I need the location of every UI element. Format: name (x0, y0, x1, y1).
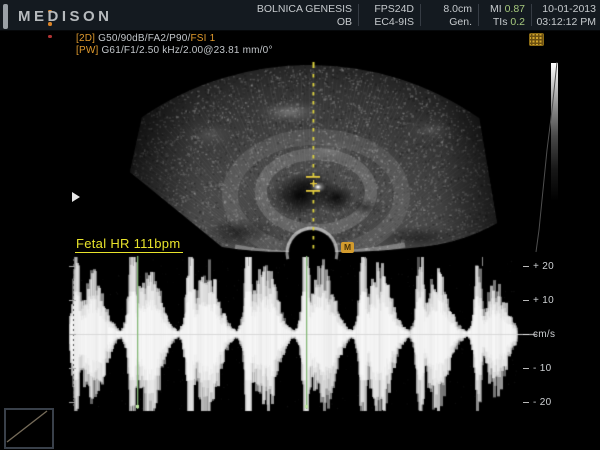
scale-tick (523, 300, 529, 301)
scale-row: - 10 (523, 362, 551, 374)
param-pw-values: G61/F1/2.50 kHz/2.00@23.81 mm/0° (101, 45, 272, 56)
scale-label: - 10 (533, 363, 551, 374)
depth-value: 8.0cm (443, 3, 472, 16)
header-bar: MEDISON BOLNICA GENESIS OB FPS24D EC4-9I… (0, 0, 600, 31)
date-label: 10-01-2013 (536, 3, 596, 16)
scale-label: cm/s (533, 329, 555, 340)
ultrasound-screen: MEDISON BOLNICA GENESIS OB FPS24D EC4-9I… (0, 0, 600, 450)
scale-row: cm/s (523, 328, 555, 340)
safety-indices-block: MI 0.87 TIs 0.2 (490, 3, 525, 28)
gamma-curve-box (4, 408, 54, 449)
hospital-name: BOLNICA GENESIS (257, 3, 352, 16)
datetime-block: 10-01-2013 03:12:12 PM (536, 3, 596, 28)
header-divider (478, 4, 479, 26)
scale-label: - 20 (533, 397, 551, 408)
mi-value: 0.87 (505, 3, 525, 15)
cine-thumbnail-icon[interactable] (529, 33, 544, 46)
param-2d-fsi: FSI 1 (190, 33, 215, 44)
param-2d-line: [2D] G50/90dB/FA2/P90/FSI 1 (76, 33, 273, 45)
scale-tick (523, 402, 529, 403)
scale-label: + 20 (533, 261, 554, 272)
header-divider (358, 4, 359, 26)
mi-label: MI (490, 3, 502, 15)
hospital-block: BOLNICA GENESIS OB (257, 3, 352, 28)
brand-bar-icon (3, 4, 8, 29)
application-label: OB (257, 16, 352, 29)
preset-value: Gen. (443, 16, 472, 29)
scale-tick (523, 368, 529, 369)
param-pw-line: [PW] G61/F1/2.50 kHz/2.00@23.81 mm/0° (76, 45, 273, 57)
orientation-marker: M (341, 242, 354, 253)
pointer-arrow-icon (72, 192, 80, 202)
mode-2d-tag: [2D] (76, 33, 95, 44)
transducer-label: EC4-9IS (374, 16, 414, 29)
scale-tick (523, 334, 529, 335)
depth-block: 8.0cm Gen. (443, 3, 472, 28)
scale-label: + 10 (533, 295, 554, 306)
mode-pw-tag: [PW] (76, 45, 98, 56)
header-divider (531, 4, 532, 26)
acquisition-block: FPS24D EC4-9IS (374, 3, 414, 28)
imaging-params: [2D] G50/90dB/FA2/P90/FSI 1 [PW] G61/F1/… (76, 33, 273, 56)
brand-name: MEDISON (18, 11, 113, 24)
tis-label: TIs (493, 16, 508, 28)
time-label: 03:12:12 PM (536, 16, 596, 29)
ultrasound-display-canvas (0, 0, 600, 450)
scale-row: - 20 (523, 396, 551, 408)
scale-tick (523, 266, 529, 267)
scale-row: + 10 (523, 294, 554, 306)
scale-row: + 20 (523, 260, 554, 272)
param-2d-values: G50/90dB/FA2/P90/ (98, 33, 190, 44)
fps-value: FPS24D (374, 3, 414, 16)
gamma-curve-icon (6, 410, 48, 443)
tis-value: 0.2 (510, 16, 525, 28)
tgc-curve (530, 55, 562, 257)
header-divider (420, 4, 421, 26)
fetal-hr-label: Fetal HR 111bpm (75, 236, 183, 253)
